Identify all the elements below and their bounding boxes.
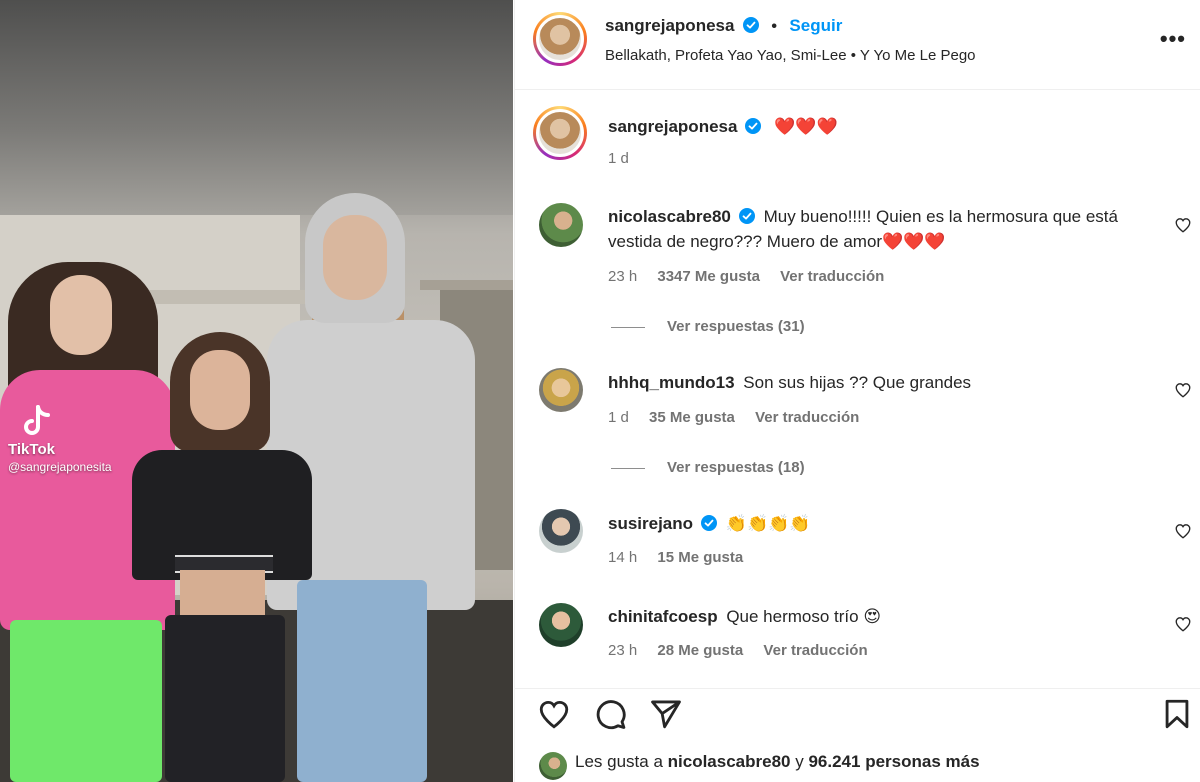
media-ceiling bbox=[0, 0, 513, 215]
person-legs bbox=[165, 615, 285, 782]
heart-icon[interactable] bbox=[537, 697, 571, 731]
comment-heart-icon[interactable] bbox=[1174, 615, 1192, 633]
comment-time: 23 h bbox=[608, 642, 638, 659]
caption-username[interactable]: sangrejaponesa bbox=[608, 117, 737, 136]
comment-avatar[interactable] bbox=[539, 368, 583, 412]
verified-icon bbox=[745, 118, 762, 134]
comment-time: 1 d bbox=[608, 409, 629, 426]
comment-username[interactable]: nicolascabre80 bbox=[608, 207, 731, 226]
comment-text-row: chinitafcoesp Que hermoso trío 😍 bbox=[608, 604, 1168, 629]
view-replies-button[interactable]: Ver respuestas (18) bbox=[611, 459, 805, 476]
author-username[interactable]: sangrejaponesa bbox=[605, 16, 734, 35]
comment-time: 14 h bbox=[608, 549, 638, 566]
comment-icon[interactable] bbox=[593, 697, 627, 731]
comment-meta: 1 d 35 Me gusta Ver traducción bbox=[608, 409, 875, 426]
comment-username[interactable]: susirejano bbox=[608, 514, 693, 533]
comment-meta: 14 h 15 Me gusta bbox=[608, 549, 759, 566]
comment-heart-icon[interactable] bbox=[1174, 216, 1192, 234]
comment-avatar[interactable] bbox=[539, 509, 583, 553]
separator-dot: • bbox=[771, 18, 777, 35]
verified-icon bbox=[738, 208, 755, 224]
comment-text-row: nicolascabre80 Muy bueno!!!!! Quien es l… bbox=[608, 204, 1168, 254]
verified-icon bbox=[742, 17, 759, 33]
comment-time: 23 h bbox=[608, 268, 638, 285]
caption-text-row: sangrejaponesa ❤️❤️❤️ bbox=[608, 114, 838, 139]
replies-line bbox=[611, 467, 645, 469]
caption-text: ❤️❤️❤️ bbox=[774, 117, 838, 136]
person-face bbox=[323, 215, 387, 300]
post-panel: sangrejaponesa • Seguir Bellakath, Profe… bbox=[514, 0, 1200, 782]
view-replies-button[interactable]: Ver respuestas (31) bbox=[611, 318, 805, 335]
comment-avatar[interactable] bbox=[539, 603, 583, 647]
tiktok-logo-icon bbox=[24, 405, 50, 435]
tiktok-watermark: TikTok @sangrejaponesita bbox=[8, 405, 112, 474]
person-face bbox=[190, 350, 250, 430]
caption-time: 1 d bbox=[608, 150, 629, 167]
person-face bbox=[50, 275, 112, 355]
comment-likes[interactable]: 35 Me gusta bbox=[649, 409, 735, 426]
likes-summary[interactable]: Les gusta a nicolascabre80 y 96.241 pers… bbox=[575, 752, 980, 772]
bookmark-icon[interactable] bbox=[1160, 697, 1194, 731]
comment-username[interactable]: chinitafcoesp bbox=[608, 607, 718, 626]
comment-body: Que hermoso trío 😍 bbox=[726, 607, 882, 626]
person-belly bbox=[180, 570, 265, 620]
translate-button[interactable]: Ver traducción bbox=[780, 268, 884, 285]
view-replies-label: Ver respuestas (18) bbox=[667, 459, 805, 476]
post-header: sangrejaponesa • Seguir Bellakath, Profe… bbox=[515, 0, 1200, 90]
author-avatar[interactable] bbox=[533, 12, 587, 66]
share-icon[interactable] bbox=[649, 697, 683, 731]
verified-icon bbox=[701, 515, 718, 531]
comment-meta: 23 h 3347 Me gusta Ver traducción bbox=[608, 268, 900, 285]
caption-avatar[interactable] bbox=[533, 106, 587, 160]
tiktok-brand: TikTok bbox=[8, 441, 55, 458]
likes-prefix: Les gusta a bbox=[575, 752, 663, 771]
comment-text-row: susirejano 👏👏👏👏 bbox=[608, 511, 1168, 536]
follow-button[interactable]: Seguir bbox=[789, 16, 842, 35]
comment-text-row: hhhq_mundo13 Son sus hijas ?? Que grande… bbox=[608, 370, 1168, 395]
likes-avatar[interactable] bbox=[539, 752, 567, 780]
action-bar bbox=[515, 688, 1200, 738]
media-shelf bbox=[420, 280, 513, 290]
avatar-image bbox=[536, 109, 584, 157]
more-icon[interactable]: ••• bbox=[1160, 26, 1186, 52]
comment-body: 👏👏👏👏 bbox=[725, 514, 811, 533]
likes-count[interactable]: 96.241 personas más bbox=[808, 752, 979, 771]
likes-user[interactable]: nicolascabre80 bbox=[668, 752, 791, 771]
translate-button[interactable]: Ver traducción bbox=[763, 642, 867, 659]
comment-heart-icon[interactable] bbox=[1174, 522, 1192, 540]
likes-conj: y bbox=[795, 752, 804, 771]
comment-avatar[interactable] bbox=[539, 203, 583, 247]
comment-username[interactable]: hhhq_mundo13 bbox=[608, 373, 735, 392]
comment-likes[interactable]: 3347 Me gusta bbox=[657, 268, 760, 285]
comment-likes[interactable]: 15 Me gusta bbox=[657, 549, 743, 566]
comment-heart-icon[interactable] bbox=[1174, 381, 1192, 399]
comment-meta: 23 h 28 Me gusta Ver traducción bbox=[608, 642, 884, 659]
avatar-image bbox=[536, 15, 584, 63]
comment-body: Son sus hijas ?? Que grandes bbox=[743, 373, 972, 392]
caption-meta: 1 d bbox=[608, 150, 645, 167]
comment-likes[interactable]: 28 Me gusta bbox=[657, 642, 743, 659]
person-legs bbox=[10, 620, 162, 782]
audio-info[interactable]: Bellakath, Profeta Yao Yao, Smi-Lee • Y … bbox=[605, 47, 976, 64]
person-legs bbox=[297, 580, 427, 782]
header-title-row: sangrejaponesa • Seguir bbox=[605, 16, 842, 36]
replies-line bbox=[611, 326, 645, 328]
view-replies-label: Ver respuestas (31) bbox=[667, 318, 805, 335]
post-media[interactable]: TikTok @sangrejaponesita bbox=[0, 0, 513, 782]
translate-button[interactable]: Ver traducción bbox=[755, 409, 859, 426]
tiktok-handle: @sangrejaponesita bbox=[8, 460, 112, 474]
